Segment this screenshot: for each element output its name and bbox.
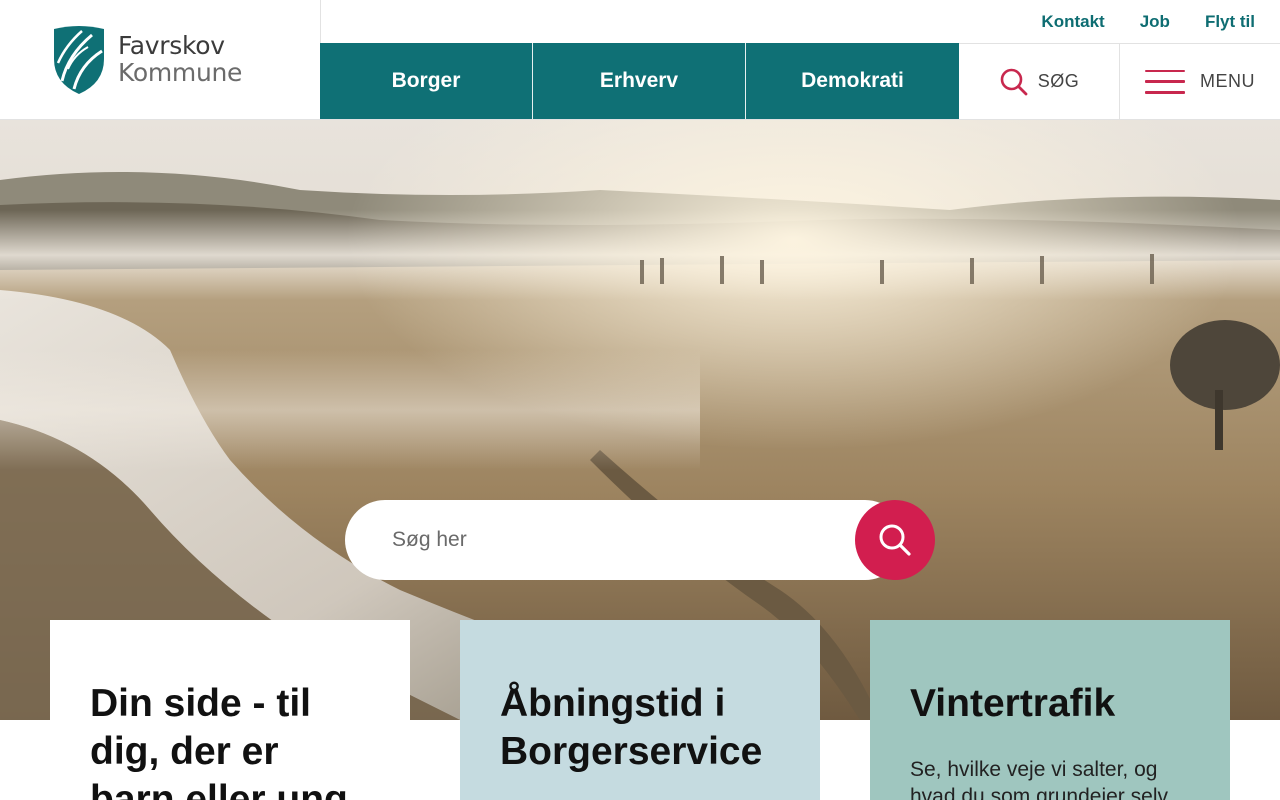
utility-nav: Kontakt Job Flyt til [321, 0, 1280, 44]
search-toggle-button[interactable]: SØG [960, 44, 1120, 119]
card-din-side[interactable]: Din side - til dig, der er barn eller un… [50, 620, 410, 800]
nav-item-borger[interactable]: Borger [320, 43, 533, 119]
nav-item-erhverv[interactable]: Erhverv [533, 43, 746, 119]
logo-line2: Kommune [118, 57, 243, 87]
link-flyt-til[interactable]: Flyt til [1205, 12, 1255, 32]
card-title: Åbningstid i Borgerservice [500, 682, 763, 773]
card-vintertrafik[interactable]: Vintertrafik Se, hvilke veje vi salter, … [870, 620, 1230, 800]
hero-search-input[interactable] [345, 500, 905, 580]
card-title: Din side - til dig, der er barn eller un… [90, 682, 348, 800]
nav-item-demokrati[interactable]: Demokrati [746, 43, 959, 119]
menu-toggle-label: MENU [1200, 71, 1255, 91]
card-text: Se, hvilke veje vi salter, og hvad du so… [910, 758, 1168, 800]
card-aabningstid[interactable]: Åbningstid i Borgerservice [460, 620, 820, 800]
hamburger-icon [1145, 69, 1185, 94]
search-toggle-label: SØG [1037, 71, 1080, 91]
main-nav: Borger Erhverv Demokrati [320, 43, 959, 119]
logo-line1: Favrskov [118, 31, 225, 61]
link-kontakt[interactable]: Kontakt [1041, 12, 1104, 32]
favrskov-logo-icon [54, 25, 104, 94]
search-icon [879, 524, 911, 556]
hero-search [345, 500, 935, 580]
search-icon [1000, 68, 1028, 95]
link-job[interactable]: Job [1140, 12, 1170, 32]
hero-search-submit-button[interactable] [855, 500, 935, 580]
site-header: Favrskov Kommune Kontakt Job Flyt til Bo… [0, 0, 1280, 120]
menu-toggle-button[interactable]: MENU [1120, 44, 1280, 119]
logo-wordmark: Favrskov Kommune [118, 31, 243, 87]
logo-link[interactable]: Favrskov Kommune [0, 0, 321, 119]
card-title: Vintertrafik [910, 682, 1116, 725]
